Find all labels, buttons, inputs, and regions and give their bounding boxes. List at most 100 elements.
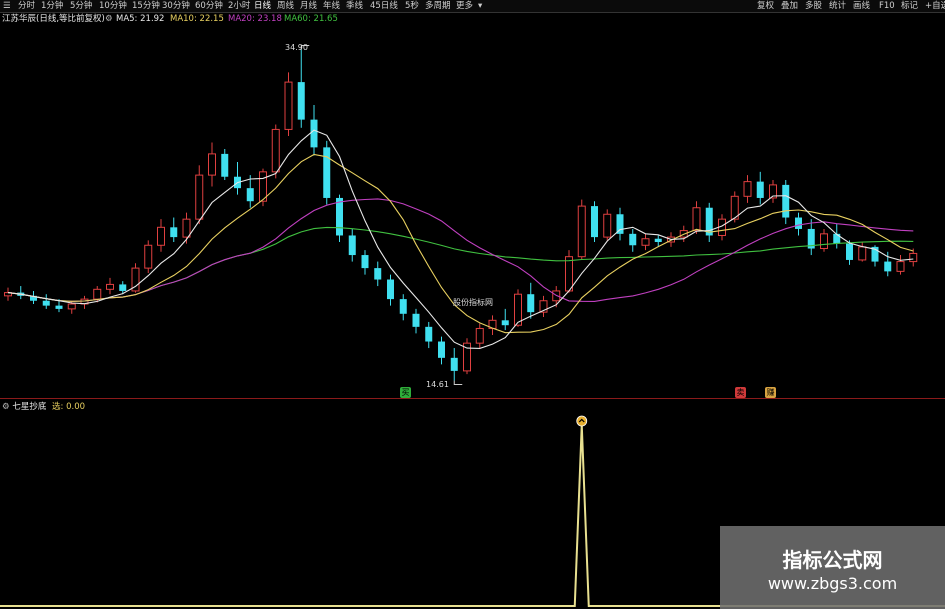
- indicator-header: ⚙ 七星抄底 选: 0.00: [2, 401, 85, 413]
- f10-button[interactable]: F10: [879, 0, 895, 12]
- watermark-url: www.zbgs3.com: [767, 574, 898, 593]
- candle-body: [182, 218, 191, 238]
- period-tab-5sec[interactable]: 5秒: [405, 0, 419, 12]
- period-tab-monthly[interactable]: 月线: [300, 0, 317, 12]
- candle-body: [577, 205, 586, 258]
- candle-body: [450, 357, 458, 371]
- candle-body: [323, 147, 331, 198]
- candle-body: [387, 279, 394, 300]
- high-price-label: 34.90: [285, 43, 308, 52]
- candle-body: [603, 213, 612, 238]
- candlestick-chart[interactable]: [0, 25, 945, 397]
- period-tab-45day[interactable]: 45日线: [370, 0, 398, 12]
- candle-body: [157, 226, 165, 246]
- candle-body: [782, 184, 790, 218]
- candle-body: [654, 238, 662, 242]
- indicator-name: 七星抄底: [12, 402, 47, 412]
- ma60-line: [7, 226, 914, 302]
- period-tab-weekly[interactable]: 周线: [277, 0, 294, 12]
- mark-button[interactable]: 标记: [901, 0, 918, 12]
- chart-note-label: 股份指标网: [453, 298, 493, 307]
- ma20-label: MA20: 23.18: [228, 14, 282, 24]
- candle-body: [692, 207, 701, 232]
- period-tab-multi[interactable]: 多周期: [425, 0, 451, 12]
- settings-icon[interactable]: ⚙: [105, 13, 113, 25]
- candle-body: [629, 233, 637, 246]
- period-tab-30min[interactable]: 30分钟: [162, 0, 190, 12]
- period-tab-yearly[interactable]: 年线: [323, 0, 340, 12]
- candle-body: [361, 255, 369, 269]
- period-tab-60min[interactable]: 60分钟: [195, 0, 223, 12]
- candle-body: [195, 174, 204, 220]
- candle-body: [348, 235, 356, 256]
- candle-body: [170, 227, 178, 238]
- menu-icon[interactable]: ☰: [3, 0, 11, 12]
- period-toolbar: ☰ 分时 1分钟 5分钟 10分钟 15分钟 30分钟 60分钟 2小时 日线 …: [0, 0, 945, 13]
- stock-chart-app: ☰ 分时 1分钟 5分钟 10分钟 15分钟 30分钟 60分钟 2小时 日线 …: [0, 0, 945, 609]
- ma5-line: [7, 129, 914, 349]
- candle-body: [616, 214, 624, 234]
- candle-body: [93, 288, 102, 300]
- candle-body: [399, 299, 407, 314]
- candle-body: [501, 320, 509, 326]
- overlay-button[interactable]: 叠加: [781, 0, 798, 12]
- candle-body: [795, 217, 802, 229]
- candle-body: [846, 243, 853, 260]
- candle-body: [743, 181, 752, 197]
- candle-body: [425, 326, 433, 342]
- candle-body: [833, 233, 841, 244]
- period-tab-2h[interactable]: 2小时: [228, 0, 250, 12]
- period-tab-1min[interactable]: 1分钟: [41, 0, 63, 12]
- indicator-value: 选: 0.00: [52, 402, 86, 412]
- candle-body: [42, 300, 50, 306]
- stock-name: 江苏华辰(日线,等比前复权): [2, 14, 105, 24]
- candle-body: [412, 313, 420, 327]
- candle-body: [106, 283, 114, 290]
- candle-body: [591, 206, 598, 238]
- candle-body: [284, 81, 293, 130]
- candle-body: [438, 341, 445, 358]
- ma5-label: MA5: 21.92: [116, 14, 165, 24]
- restore-rights-button[interactable]: 复权: [757, 0, 774, 12]
- buy-marker: 买: [400, 387, 411, 398]
- candle-body: [297, 82, 305, 120]
- sell-marker: 卖: [735, 387, 746, 398]
- low-price-pointer: [453, 380, 463, 386]
- draw-line-button[interactable]: 画线: [853, 0, 870, 12]
- candle-body: [246, 188, 254, 202]
- watermark-title: 指标公式网: [782, 548, 883, 572]
- candle-body: [208, 153, 216, 176]
- panel-divider: [0, 398, 945, 399]
- profit-marker: 赚: [765, 387, 776, 398]
- candle-body: [119, 284, 127, 291]
- candle-body: [336, 197, 343, 236]
- candle-body: [820, 233, 828, 250]
- chevron-down-icon[interactable]: ▾: [478, 0, 482, 12]
- candle-body: [221, 153, 229, 177]
- watermark-box: 指标公式网 www.zbgs3.com: [720, 526, 945, 609]
- multi-stock-button[interactable]: 多股: [805, 0, 822, 12]
- candle-body: [310, 119, 318, 148]
- period-tab-daily[interactable]: 日线: [254, 0, 271, 12]
- period-tab-5min[interactable]: 5分钟: [70, 0, 92, 12]
- candle-body: [374, 268, 382, 280]
- indicator-settings-icon[interactable]: ⚙: [2, 402, 10, 412]
- period-tab-10min[interactable]: 10分钟: [99, 0, 127, 12]
- period-tab-15min[interactable]: 15分钟: [132, 0, 160, 12]
- add-watchlist-button[interactable]: +自选: [925, 0, 945, 12]
- candle-body: [858, 246, 867, 261]
- statistics-button[interactable]: 统计: [829, 0, 846, 12]
- candle-body: [271, 128, 280, 173]
- candle-body: [641, 238, 650, 246]
- period-tab-quarterly[interactable]: 季线: [346, 0, 363, 12]
- candle-body: [565, 256, 573, 292]
- candle-body: [67, 303, 76, 310]
- period-tab-more[interactable]: 更多: [456, 0, 473, 12]
- candle-body: [527, 294, 535, 313]
- candle-body: [884, 261, 892, 272]
- ma60-label: MA60: 21.65: [284, 14, 338, 24]
- candle-body: [909, 252, 918, 263]
- period-tab-intraday[interactable]: 分时: [18, 0, 35, 12]
- candle-body: [896, 261, 905, 272]
- signal-peak-icon: [576, 415, 588, 427]
